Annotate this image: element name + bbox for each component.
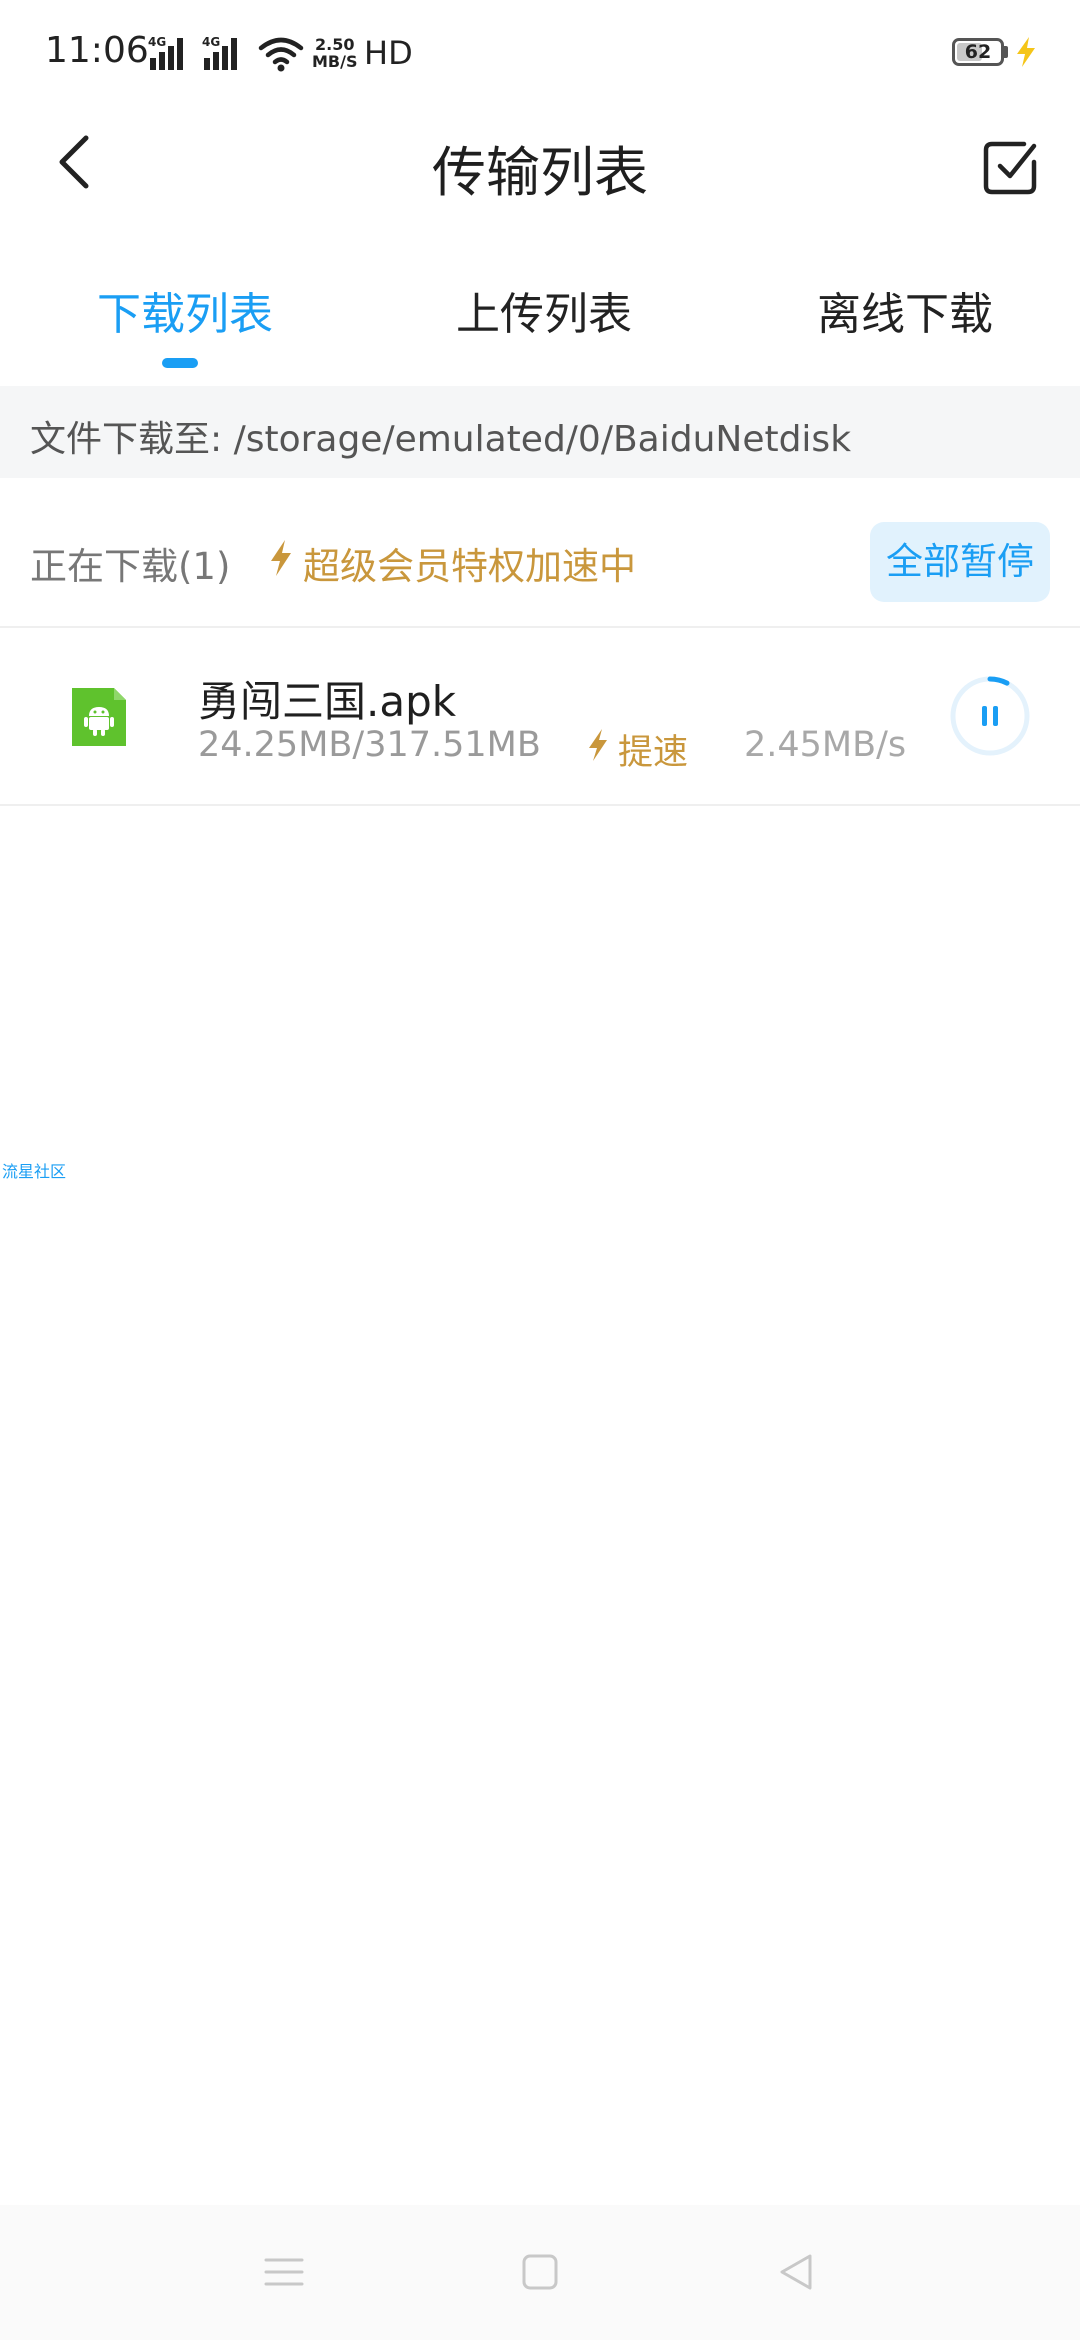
network-speed-unit: MB/S [312, 52, 358, 71]
speedup-button[interactable]: 提速 [618, 724, 688, 775]
watermark: 流星社区 [2, 1162, 67, 1181]
tab-offline-download[interactable]: 离线下载 [817, 278, 993, 342]
hd-indicator: HD [364, 34, 413, 72]
downloading-count: 正在下载(1) [30, 545, 231, 588]
file-name: 勇闯三国.apk [198, 677, 457, 726]
cellular-signal-icon: 4G [202, 35, 237, 70]
signal-label: 4G [148, 35, 166, 49]
home-icon[interactable] [518, 2250, 562, 2294]
pause-all-button[interactable]: 全部暂停 [870, 522, 1050, 602]
tab-download-list[interactable]: 下载列表 [97, 278, 273, 342]
file-progress-text: 24.25MB/317.51MB [198, 725, 541, 765]
charging-icon [1017, 37, 1035, 67]
menu-icon[interactable] [262, 2250, 306, 2294]
signal-label: 4G [202, 35, 220, 49]
multi-select-button[interactable] [976, 132, 1046, 202]
page-title: 传输列表 [432, 141, 648, 204]
speedup-icon[interactable] [586, 727, 610, 763]
pause-download-button[interactable] [948, 674, 1032, 758]
status-bar: 11:06 4G 4G 2.50 MB/S HD 62 [0, 0, 1080, 105]
cellular-signal-icon: 4G [148, 35, 183, 70]
apk-file-icon [72, 688, 126, 746]
lightning-icon [271, 540, 291, 576]
tab-active-indicator [162, 358, 198, 368]
network-speed: 2.50 MB/S [312, 36, 357, 70]
vip-acceleration-text: 超级会员特权加速中 [303, 545, 636, 588]
battery-tip [1004, 46, 1008, 58]
battery-icon: 62 [952, 38, 1004, 66]
battery-percent: 62 [964, 41, 992, 63]
status-time: 11:06 [45, 30, 149, 71]
pause-icon [982, 706, 987, 726]
wifi-icon [258, 37, 304, 72]
back-nav-icon[interactable] [774, 2250, 818, 2294]
download-speed: 2.45MB/s [744, 725, 907, 765]
download-path-text: 文件下载至: /storage/emulated/0/BaiduNetdisk [30, 419, 852, 460]
network-speed-value: 2.50 [315, 35, 355, 54]
tab-upload-list[interactable]: 上传列表 [456, 278, 632, 342]
download-item[interactable] [0, 628, 1080, 804]
divider [0, 804, 1080, 806]
